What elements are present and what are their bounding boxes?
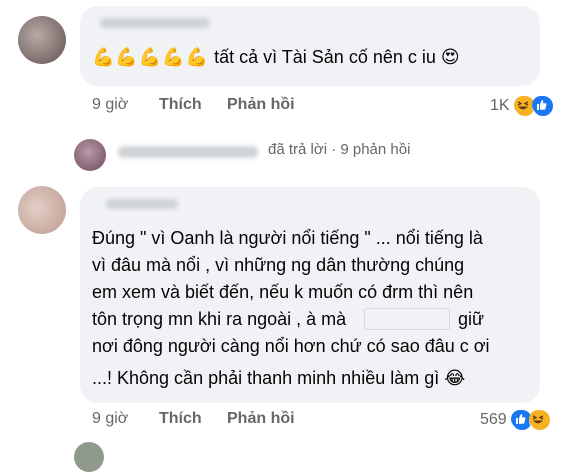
flexed-biceps-emoji: 💪💪💪💪💪 xyxy=(92,47,210,67)
comment-line-end: giữ xyxy=(458,309,485,329)
haha-reaction-icon xyxy=(528,409,551,431)
comment-bubble: 💪💪💪💪💪 tất cả vì Tài Sản cố nên c iu 😍 xyxy=(80,6,540,86)
like-button[interactable]: Thích xyxy=(159,410,202,428)
comment-text: 💪💪💪💪💪 tất cả vì Tài Sản cố nên c iu 😍 xyxy=(92,47,460,67)
tears-of-joy-emoji: 😂 xyxy=(444,368,466,388)
replier-name[interactable] xyxy=(118,146,258,158)
comment-line: vì đâu mà nổi , vì những ng dân thường c… xyxy=(92,255,465,275)
reaction-count: 1K xyxy=(490,97,510,114)
comment-time: 9 giờ xyxy=(92,410,129,427)
commenter-avatar[interactable] xyxy=(18,186,66,234)
comment-line: ...! Không cần phải thanh minh nhiều làm… xyxy=(92,368,466,388)
comment-line: em xem và biết đến, nếu k muốn có đrm th… xyxy=(92,282,474,302)
commenter-avatar[interactable] xyxy=(74,442,104,472)
reaction-summary[interactable]: 569 xyxy=(480,408,551,432)
commenter-name[interactable] xyxy=(100,18,210,28)
redacted-text xyxy=(364,308,450,330)
reply-button[interactable]: Phản hồi xyxy=(227,96,295,114)
heart-eyes-emoji: 😍 xyxy=(440,47,460,67)
comment-time: 9 giờ xyxy=(92,96,129,113)
view-replies-link[interactable]: đã trả lời · 9 phản hồi xyxy=(268,141,410,158)
like-reaction-icon xyxy=(531,95,554,117)
like-button[interactable]: Thích xyxy=(159,96,202,114)
comment-line: Đúng " vì Oanh là người nổi tiếng " ... … xyxy=(92,228,483,248)
reply-button[interactable]: Phản hồi xyxy=(227,410,295,428)
comment-line: tôn trọng mn khi ra ngoài , à mà xyxy=(92,309,347,329)
comment-bubble: Đúng " vì Oanh là người nổi tiếng " ... … xyxy=(80,187,540,403)
comment-line: nơi đông người càng nổi hơn chứ có sao đ… xyxy=(92,336,490,356)
replier-avatar[interactable] xyxy=(74,139,106,171)
commenter-avatar[interactable] xyxy=(18,16,66,64)
reaction-summary[interactable]: 1K xyxy=(490,94,554,118)
reaction-count: 569 xyxy=(480,411,507,428)
commenter-name[interactable] xyxy=(106,199,178,209)
